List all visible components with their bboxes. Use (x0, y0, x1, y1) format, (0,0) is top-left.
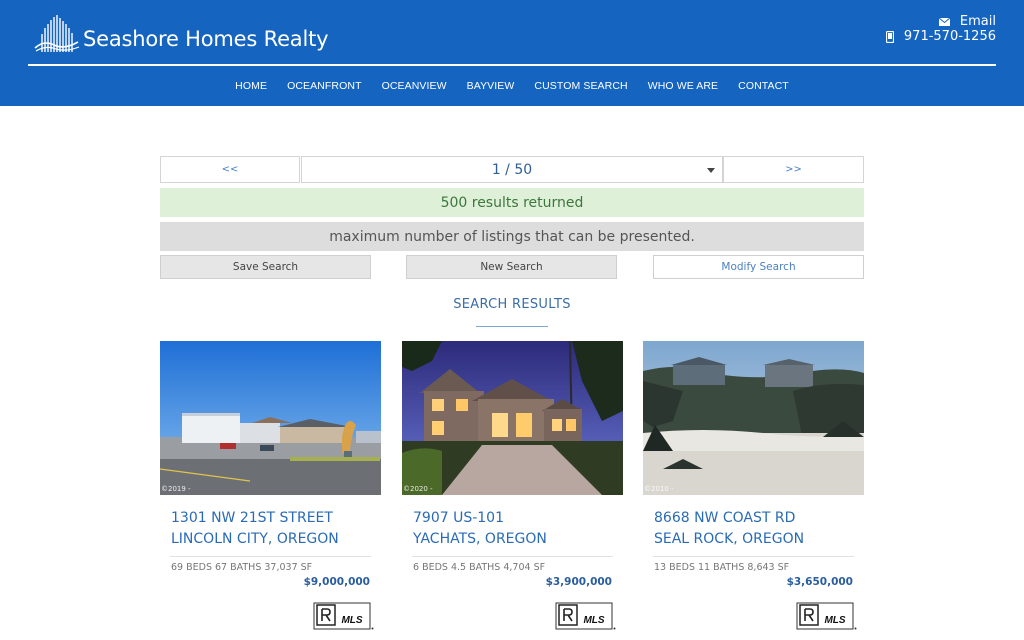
listing-photo[interactable]: ©2020 - (402, 341, 623, 495)
listing-city: LINCOLN CITY, OREGON (171, 531, 339, 547)
listing-street: 1301 NW 21ST STREET (171, 510, 333, 526)
page-select[interactable]: 1 / 50 (301, 156, 723, 183)
main-nav: HOME OCEANFRONT OCEANVIEW BAYVIEW CUSTOM… (0, 80, 1024, 92)
card-divider (412, 556, 613, 557)
email-label: Email (959, 14, 996, 29)
max-listings-alert: maximum number of listings that can be p… (160, 222, 864, 251)
skyline-logo-icon (34, 15, 80, 52)
nav-contact[interactable]: CONTACT (738, 80, 789, 92)
mobile-phone-icon (885, 30, 894, 43)
mls-text: MLS (824, 615, 845, 626)
section-heading: SEARCH RESULTS (453, 297, 571, 312)
brand-name: Seashore Homes Realty (83, 27, 329, 51)
listing-price: $3,650,000 (786, 576, 853, 588)
mls-text: MLS (341, 615, 362, 626)
contact-block: Email 971-570-1256 (885, 14, 996, 44)
listing-street: 8668 NW COAST RD (654, 510, 796, 526)
listing-specs: 13 BEDS 11 BATHS 8,643 SF (654, 562, 790, 573)
mls-text: MLS (583, 615, 604, 626)
listing-photo[interactable]: ©2019 - (160, 341, 381, 495)
photo-copyright: ©2010 - (644, 485, 674, 493)
photo-copyright: ©2020 - (403, 485, 433, 493)
nav-home[interactable]: HOME (235, 80, 267, 92)
results-count-alert: 500 results returned (160, 188, 864, 217)
listing-address-link[interactable]: 1301 NW 21ST STREET LINCOLN CITY, OREGON (160, 508, 381, 550)
header-divider (28, 64, 996, 66)
new-search-button[interactable]: New Search (406, 255, 617, 279)
page-select-value: 1 / 50 (491, 161, 533, 178)
nav-who-we-are[interactable]: WHO WE ARE (648, 80, 718, 92)
listing-address-link[interactable]: 7907 US-101 YACHATS, OREGON (402, 508, 623, 550)
card-divider (653, 556, 854, 557)
prev-page-button[interactable]: << (160, 156, 300, 183)
listing-card: ©2020 - 7907 US-101 YACHATS, OREGON 6 BE… (402, 341, 623, 630)
modify-search-button[interactable]: Modify Search (653, 255, 864, 279)
listing-city: SEAL ROCK, OREGON (654, 531, 805, 547)
nav-oceanfront[interactable]: OCEANFRONT (287, 80, 362, 92)
listing-specs: 6 BEDS 4.5 BATHS 4,704 SF (413, 562, 546, 573)
next-page-button[interactable]: >> (723, 156, 864, 183)
listing-price: $3,900,000 (545, 576, 612, 588)
email-link[interactable]: Email (886, 14, 996, 29)
site-header: Seashore Homes Realty Email 971-570-1256… (0, 0, 1024, 106)
envelope-icon (938, 17, 950, 26)
photo-copyright: ©2019 - (161, 485, 191, 493)
nav-bayview[interactable]: BAYVIEW (467, 80, 515, 92)
listing-address-link[interactable]: 8668 NW COAST RD SEAL ROCK, OREGON (643, 508, 864, 550)
section-heading-underline (476, 326, 548, 327)
card-divider (170, 556, 371, 557)
pagination: << 1 / 50 >> (160, 156, 864, 183)
nav-oceanview[interactable]: OCEANVIEW (382, 80, 447, 92)
nav-custom-search[interactable]: CUSTOM SEARCH (534, 80, 627, 92)
caret-down-icon (707, 168, 715, 173)
listing-city: YACHATS, OREGON (413, 531, 547, 547)
listing-card: ©2019 - 1301 NW 21ST STREET LINCOLN CITY… (160, 341, 381, 630)
save-search-button[interactable]: Save Search (160, 255, 371, 279)
listing-price: $9,000,000 (303, 576, 370, 588)
brand-logo[interactable]: Seashore Homes Realty (34, 14, 329, 52)
listing-card: ©2010 - 8668 NW COAST RD SEAL ROCK, OREG… (643, 341, 864, 630)
listing-street: 7907 US-101 (413, 510, 504, 526)
phone-number: 971-570-1256 (903, 29, 996, 44)
phone-link[interactable]: 971-570-1256 (885, 29, 996, 44)
realtor-mls-logo: MLS (313, 602, 375, 636)
realtor-mls-logo: MLS (796, 602, 858, 636)
listing-photo[interactable]: ©2010 - (643, 341, 864, 495)
realtor-mls-logo: MLS (555, 602, 617, 636)
listing-specs: 69 BEDS 67 BATHS 37,037 SF (171, 562, 313, 573)
